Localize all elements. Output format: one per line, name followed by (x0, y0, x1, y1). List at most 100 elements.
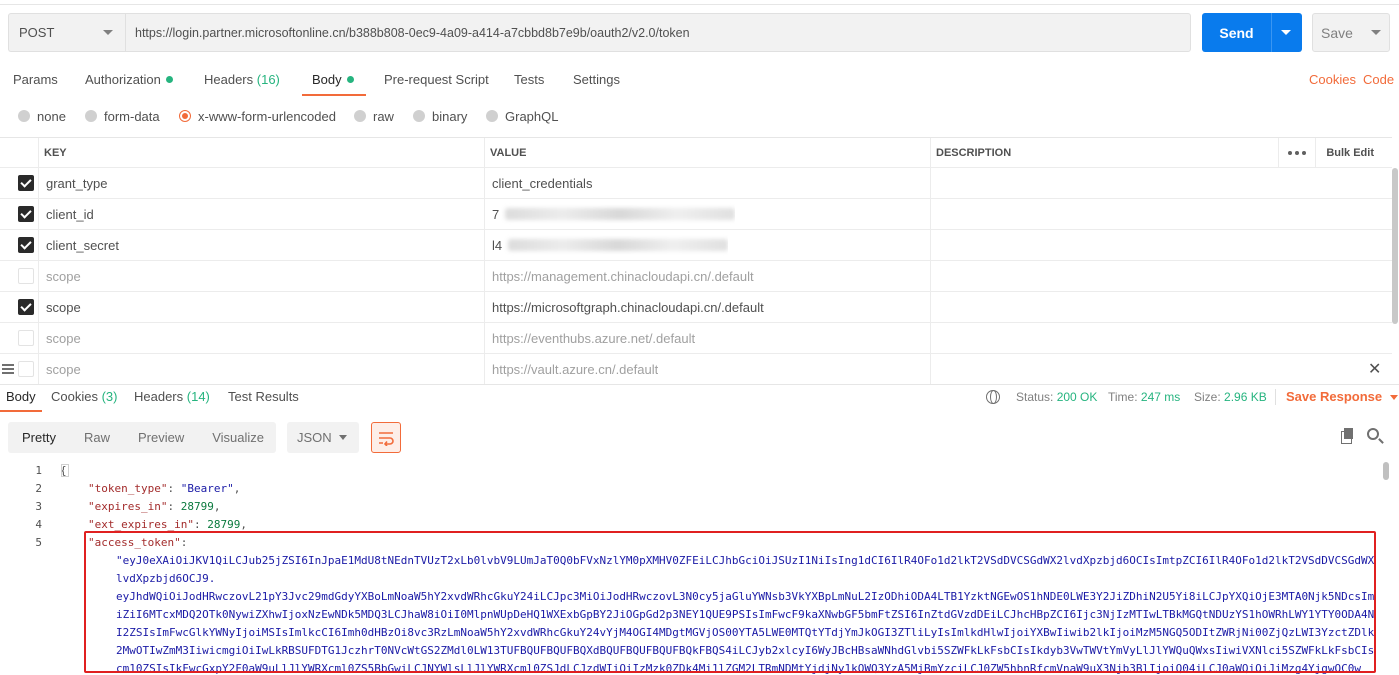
table-row: scope https://vault.azure.cn/.default ✕ (0, 354, 1392, 385)
key-cell[interactable]: scope (40, 323, 81, 353)
search-icon[interactable] (1367, 428, 1379, 440)
table-header-row: KEY VALUE DESCRIPTION Bulk Edit (0, 138, 1392, 168)
view-mode-pretty[interactable]: Pretty (8, 422, 70, 453)
tab-prerequest-script[interactable]: Pre-request Script (384, 66, 489, 96)
url-input[interactable]: https://login.partner.microsoftonline.cn… (125, 13, 1191, 52)
column-header-key: KEY (44, 146, 67, 159)
radio-none[interactable]: none (18, 104, 66, 128)
view-mode-raw[interactable]: Raw (70, 422, 124, 453)
cookies-link[interactable]: Cookies (1309, 66, 1356, 94)
radio-graphql[interactable]: GraphQL (486, 104, 558, 128)
status-dot-icon (346, 76, 354, 84)
response-body-code[interactable]: 1 2 3 4 5 { "token_type": "Bearer", "exp… (0, 462, 1382, 675)
wrap-lines-button[interactable] (371, 422, 401, 453)
value-cell[interactable]: client_credentials (486, 168, 592, 198)
code-scrollbar[interactable] (1383, 462, 1389, 480)
radio-binary-label: binary (432, 108, 468, 124)
tab-tests[interactable]: Tests (514, 66, 544, 96)
method-select[interactable]: POST (8, 13, 125, 52)
line-number: 4 (35, 518, 42, 531)
key-cell[interactable]: grant_type (40, 168, 107, 198)
value-cell[interactable]: https://management.chinacloudapi.cn/.def… (486, 261, 754, 291)
bulk-edit-link[interactable]: Bulk Edit (1326, 138, 1374, 168)
send-options-chevron-icon[interactable] (1281, 30, 1291, 35)
value-cell[interactable]: https://microsoftgraph.chinacloudapi.cn/… (486, 292, 764, 322)
code-line: "access_token": (88, 536, 188, 549)
wrap-lines-icon (379, 432, 394, 446)
tab-headers[interactable]: Headers (16) (204, 66, 280, 96)
radio-binary[interactable]: binary (413, 104, 467, 128)
more-options-icon[interactable] (1278, 138, 1316, 167)
status-value[interactable]: 200 OK (1057, 390, 1098, 404)
response-tab-body[interactable]: Body (0, 385, 42, 412)
key-cell[interactable]: scope (40, 354, 81, 385)
send-label: Send (1219, 24, 1254, 41)
response-tab-headers[interactable]: Headers (14) (134, 385, 210, 412)
drag-handle-icon[interactable] (2, 364, 14, 374)
radio-circle-icon (354, 110, 366, 122)
row-checkbox[interactable] (18, 237, 34, 253)
delete-row-icon[interactable]: ✕ (1368, 359, 1381, 379)
tab-params[interactable]: Params (13, 66, 58, 96)
radio-raw[interactable]: raw (354, 104, 394, 128)
access-token-line: "eyJ0eXAiOiJKV1QiLCJub25jZSI6InJpaE1MdU8… (116, 554, 1376, 567)
row-checkbox[interactable] (18, 299, 34, 315)
key-cell[interactable]: scope (40, 292, 81, 322)
table-row: scope https://management.chinacloudapi.c… (0, 261, 1392, 292)
line-number: 5 (35, 536, 42, 549)
status-dot-icon (165, 76, 173, 84)
row-checkbox[interactable] (18, 268, 34, 284)
code-line: "ext_expires_in": 28799, (88, 518, 247, 531)
globe-icon[interactable] (986, 390, 1000, 404)
tab-headers-count: (16) (256, 72, 280, 87)
access-token-line: 2MwOTIwZmM3IiwicmgiOiIwLkRBSUFDTG1JczhrT… (116, 644, 1376, 657)
key-cell[interactable]: client_id (40, 199, 94, 229)
format-select[interactable]: JSON (287, 422, 359, 453)
response-tab-test-results[interactable]: Test Results (228, 385, 299, 412)
save-button[interactable]: Save (1312, 13, 1390, 52)
save-response-label: Save Response (1286, 389, 1383, 404)
top-divider (0, 0, 1399, 5)
row-checkbox[interactable] (18, 206, 34, 222)
value-cell[interactable]: 7 (486, 199, 736, 229)
save-options-chevron-icon[interactable] (1371, 30, 1381, 35)
size-value[interactable]: 2.96 KB (1224, 390, 1267, 404)
row-checkbox[interactable] (18, 175, 34, 191)
time-meta: Time: 247 ms (1108, 385, 1180, 409)
radio-raw-label: raw (373, 108, 394, 124)
tab-authorization[interactable]: Authorization (85, 66, 173, 96)
value-cell[interactable]: https://eventhubs.azure.net/.default (486, 323, 695, 353)
time-value[interactable]: 247 ms (1141, 390, 1180, 404)
save-response-button[interactable]: Save Response (1286, 385, 1399, 409)
radio-x-www-form-urlencoded[interactable]: x-www-form-urlencoded (179, 104, 336, 128)
table-row: scope https://microsoftgraph.chinaclouda… (0, 292, 1392, 323)
view-mode-segmented: Pretty Raw Preview Visualize (8, 422, 276, 453)
radio-circle-icon (486, 110, 498, 122)
copy-icon[interactable] (1341, 428, 1354, 444)
response-tab-cookies[interactable]: Cookies (3) (51, 385, 117, 412)
key-cell[interactable]: client_secret (40, 230, 119, 260)
chevron-down-icon (339, 435, 347, 440)
redacted-blur (508, 239, 729, 251)
send-button[interactable]: Send (1202, 13, 1302, 52)
view-mode-visualize[interactable]: Visualize (198, 422, 278, 453)
tab-settings[interactable]: Settings (573, 66, 620, 96)
row-checkbox[interactable] (18, 330, 34, 346)
row-checkbox[interactable] (18, 361, 34, 377)
tab-authorization-label: Authorization (85, 72, 161, 87)
value-cell[interactable]: l4 (486, 230, 729, 260)
view-mode-preview[interactable]: Preview (124, 422, 198, 453)
fold-marker[interactable] (61, 464, 69, 477)
status-label: Status: (1016, 390, 1054, 404)
chevron-down-icon (103, 30, 113, 35)
params-scrollbar[interactable] (1392, 168, 1398, 324)
code-link[interactable]: Code (1363, 66, 1394, 94)
radio-none-label: none (37, 108, 66, 124)
line-number: 1 (35, 464, 42, 477)
key-cell[interactable]: scope (40, 261, 81, 291)
tab-body[interactable]: Body (302, 66, 366, 96)
radio-form-data[interactable]: form-data (85, 104, 160, 128)
column-header-description: DESCRIPTION (936, 146, 1012, 159)
value-cell[interactable]: https://vault.azure.cn/.default (486, 354, 658, 385)
table-row: client_secret l4 (0, 230, 1392, 261)
